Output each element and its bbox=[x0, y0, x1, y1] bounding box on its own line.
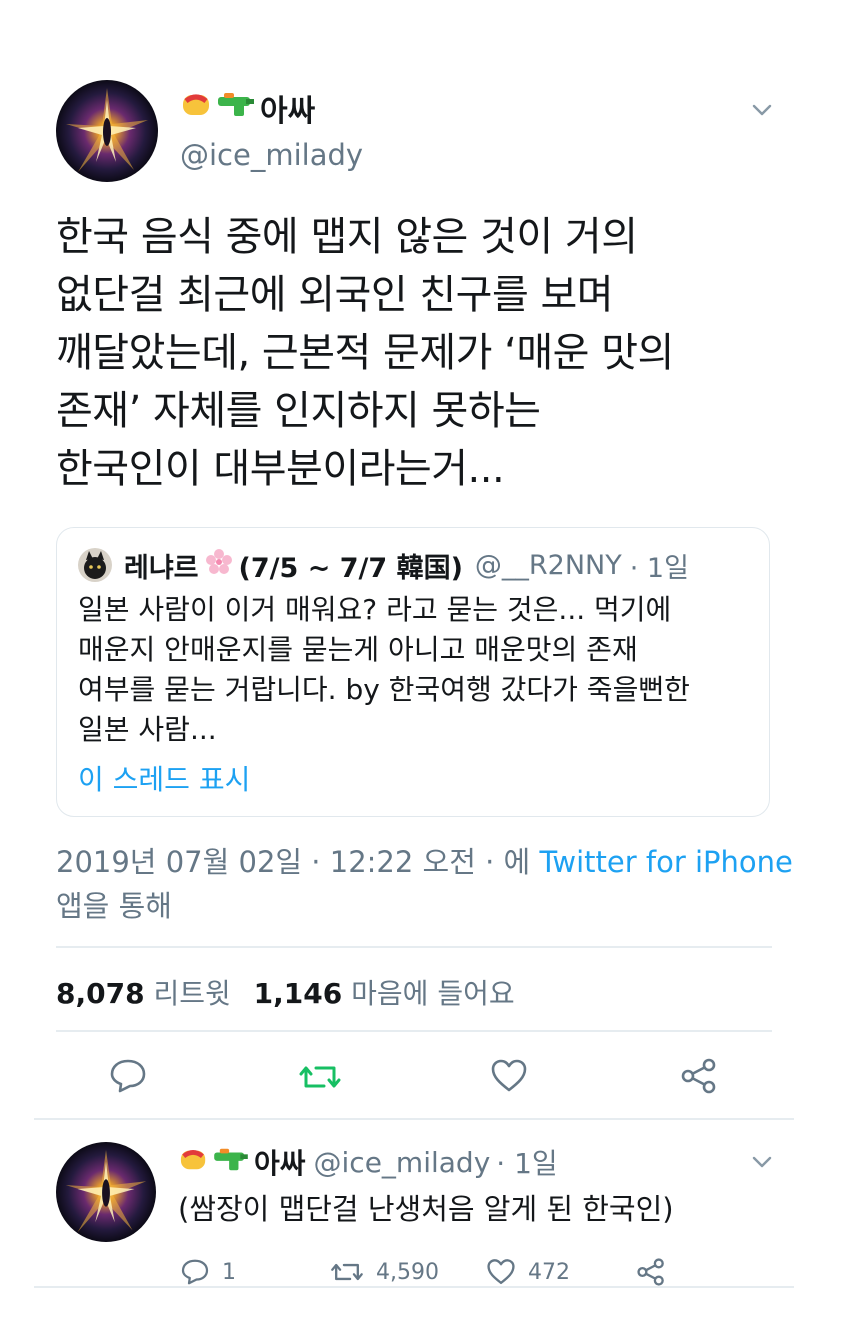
water-pistol-emoji-icon bbox=[212, 1145, 250, 1180]
reply-retweet-count: 4,590 bbox=[376, 1259, 439, 1285]
display-name[interactable]: 아싸 bbox=[180, 88, 316, 129]
reply-display-name[interactable]: 아싸 bbox=[254, 1142, 306, 1182]
via-text: 앱을 통해 bbox=[56, 889, 172, 923]
tweet-stats: 8,078 리트윗 1,146 마음에 들어요 bbox=[56, 972, 515, 1012]
quoted-handle[interactable]: @__R2NNY bbox=[475, 550, 622, 581]
reply-share-button[interactable] bbox=[636, 1258, 678, 1286]
reply-reply-button[interactable]: 1 bbox=[180, 1258, 236, 1286]
tweet-meta: 2019년 07월 02일 · 12:22 오전 · 에 Twitter for… bbox=[56, 840, 796, 928]
reply-text: (쌈장이 맵단걸 난생처음 알게 된 한국인) bbox=[178, 1192, 674, 1226]
avatar[interactable] bbox=[56, 80, 158, 182]
divider bbox=[56, 946, 772, 948]
reply-like-count: 472 bbox=[528, 1259, 570, 1285]
like-count-stat[interactable]: 1,146 마음에 들어요 bbox=[254, 977, 515, 1010]
quoted-avatar[interactable] bbox=[78, 548, 112, 582]
heart-icon bbox=[491, 1059, 527, 1092]
source-app-link[interactable]: Twitter for iPhone bbox=[539, 845, 792, 879]
reply-button[interactable] bbox=[108, 1058, 148, 1094]
quoted-tweet-header: 레냐르 (7/5 ~ 7/7 韓国) @__R2NNY · 1일 bbox=[78, 546, 689, 584]
like-label: 마음에 들어요 bbox=[351, 977, 515, 1010]
retweet-count: 8,078 bbox=[56, 977, 145, 1010]
show-thread-link[interactable]: 이 스레드 표시 bbox=[78, 758, 250, 798]
water-pistol-emoji-icon bbox=[216, 89, 256, 127]
retweet-count-stat[interactable]: 8,078 리트윗 bbox=[56, 977, 240, 1010]
reply-reply-count: 1 bbox=[222, 1259, 236, 1285]
heart-icon bbox=[487, 1259, 515, 1285]
handle[interactable]: @ice_milady bbox=[180, 138, 363, 172]
cherry-blossom-emoji-icon bbox=[205, 548, 233, 583]
reply-avatar[interactable] bbox=[56, 1142, 156, 1242]
fist-emoji-icon bbox=[178, 1145, 210, 1180]
reply-time: · 1일 bbox=[496, 1147, 558, 1180]
tweet-text: 한국 음식 중에 맵지 않은 것이 거의 없단걸 최근에 외국인 친구를 보며 … bbox=[56, 214, 674, 492]
reply-handle[interactable]: @ice_milady bbox=[314, 1146, 491, 1179]
divider bbox=[34, 1286, 794, 1288]
quoted-display-name[interactable]: 레냐르 bbox=[124, 546, 199, 585]
reply-retweet-button[interactable]: 4,590 bbox=[330, 1258, 439, 1286]
retweet-label: 리트윗 bbox=[153, 977, 231, 1010]
divider bbox=[34, 1118, 794, 1120]
chevron-down-icon[interactable] bbox=[750, 98, 774, 122]
speech-bubble-icon bbox=[181, 1259, 209, 1285]
retweet-arrows-icon bbox=[331, 1263, 363, 1281]
quoted-time: · 1일 bbox=[629, 552, 689, 584]
reply-like-button[interactable]: 472 bbox=[486, 1258, 570, 1286]
quoted-tweet-text: 일본 사람이 이거 매워요? 라고 묻는 것은... 먹기에 매운지 안매운지를… bbox=[78, 593, 690, 746]
retweet-arrows-icon bbox=[299, 1066, 341, 1088]
display-name-text: 아싸 bbox=[260, 94, 316, 129]
share-nodes-icon bbox=[637, 1258, 664, 1286]
quoted-name-suffix: (7/5 ~ 7/7 韓国) bbox=[238, 552, 463, 584]
share-button[interactable] bbox=[680, 1058, 718, 1094]
divider bbox=[56, 1030, 772, 1032]
reply-header: 아싸 @ice_milady · 1일 bbox=[178, 1142, 558, 1182]
retweet-button[interactable] bbox=[298, 1060, 342, 1094]
timestamp[interactable]: 2019년 07월 02일 · 12:22 오전 · 에 bbox=[56, 845, 530, 879]
share-nodes-icon bbox=[681, 1058, 716, 1094]
like-count: 1,146 bbox=[253, 977, 343, 1010]
speech-bubble-icon bbox=[110, 1059, 146, 1093]
chevron-down-icon[interactable] bbox=[750, 1150, 774, 1174]
fist-emoji-icon bbox=[180, 89, 214, 127]
like-button[interactable] bbox=[490, 1058, 528, 1094]
